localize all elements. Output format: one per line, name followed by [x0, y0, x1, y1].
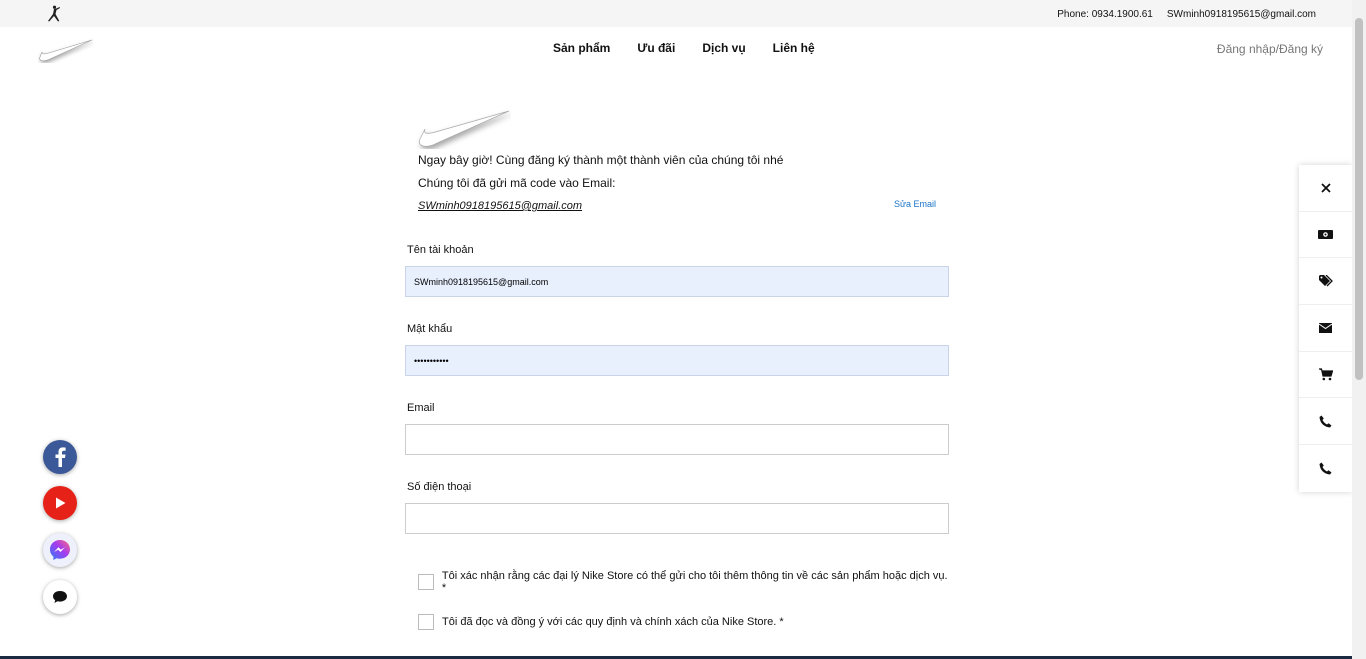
cart-icon: [1318, 368, 1333, 381]
envelope-icon: [1319, 322, 1332, 333]
messenger-icon: [50, 540, 70, 560]
intro-text: Ngay bây giờ! Cùng đăng ký thành một thà…: [418, 153, 784, 167]
facebook-icon: [55, 447, 66, 467]
consent-row-marketing: Tôi xác nhận rằng các đại lý Nike Store …: [418, 570, 951, 594]
money-icon: [1318, 230, 1333, 240]
consent-marketing-text: Tôi xác nhận rằng các đại lý Nike Store …: [441, 570, 948, 594]
topbar-phone: Phone: 0934.1900.61: [1057, 9, 1153, 20]
account-label: Tên tài khoản: [407, 244, 474, 256]
account-input[interactable]: [405, 266, 949, 297]
login-register-link[interactable]: Đăng nhập/Đăng ký: [1217, 42, 1323, 56]
header: Sản phẩm Ưu đãi Dịch vụ Liên hệ Đăng nhậ…: [0, 27, 1352, 77]
main-nav: Sản phẩm Ưu đãi Dịch vụ Liên hệ: [553, 41, 815, 55]
tag-icon: [1318, 275, 1333, 287]
nav-item-services[interactable]: Dịch vụ: [702, 41, 745, 55]
page-scrollbar[interactable]: [1352, 0, 1366, 659]
nav-item-contact[interactable]: Liên hệ: [773, 41, 815, 55]
call-button-2[interactable]: [1299, 445, 1352, 492]
top-bar: Phone: 0934.1900.61 SWminh0918195615@gma…: [0, 0, 1352, 27]
quick-action-panel: [1299, 165, 1352, 492]
email-label: Email: [407, 402, 435, 414]
password-label: Mật khẩu: [407, 323, 453, 335]
consent-terms-checkbox[interactable]: [418, 614, 434, 630]
sent-email-address: SWminh0918195615@gmail.com: [418, 200, 583, 212]
nike-logo-icon[interactable]: [38, 37, 94, 63]
nav-item-offers[interactable]: Ưu đãi: [637, 41, 675, 55]
phone-icon: [1319, 462, 1332, 475]
payment-button[interactable]: [1299, 212, 1352, 259]
jumpman-logo-icon[interactable]: [44, 5, 64, 23]
nike-swoosh-icon: [419, 110, 510, 147]
nav-item-products[interactable]: Sản phẩm: [553, 41, 610, 55]
phone-input[interactable]: [405, 503, 949, 534]
email-button[interactable]: [1299, 305, 1352, 352]
close-icon: [1320, 183, 1331, 193]
scrollbar-thumb[interactable]: [1355, 18, 1363, 380]
phone-icon: [1319, 415, 1332, 428]
call-button-1[interactable]: [1299, 398, 1352, 446]
consent-marketing-checkbox[interactable]: [418, 574, 434, 590]
consent-terms-text: Tôi đã đọc và đồng ý với các quy định và…: [442, 616, 784, 628]
chat-button[interactable]: [43, 580, 77, 614]
facebook-button[interactable]: [43, 440, 77, 474]
consent-row-terms: Tôi đã đọc và đồng ý với các quy định và…: [418, 614, 784, 630]
chat-icon: [53, 591, 67, 603]
close-panel-button[interactable]: [1299, 165, 1352, 212]
topbar-email[interactable]: SWminh0918195615@gmail.com: [1167, 9, 1316, 20]
youtube-button[interactable]: [43, 486, 77, 520]
messenger-button[interactable]: [43, 533, 77, 567]
youtube-icon: [56, 497, 66, 509]
edit-email-link[interactable]: Sửa Email: [894, 199, 936, 209]
email-input[interactable]: [405, 424, 949, 455]
cart-button[interactable]: [1299, 352, 1352, 399]
code-sent-text: Chúng tôi đã gửi mã code vào Email:: [418, 176, 616, 190]
phone-label: Số điện thoại: [407, 481, 472, 493]
tag-button[interactable]: [1299, 258, 1352, 306]
password-input[interactable]: [405, 345, 949, 376]
